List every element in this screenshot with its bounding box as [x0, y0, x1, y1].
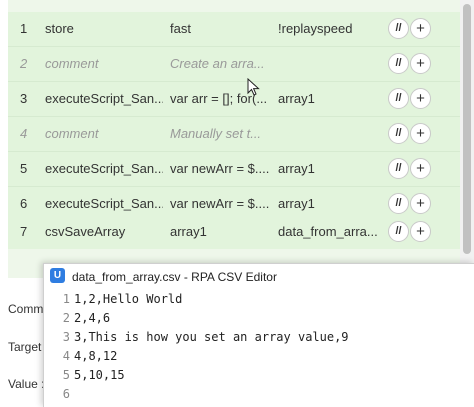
csv-line: 6: [44, 386, 474, 405]
row-number: 4: [20, 126, 28, 141]
table-row[interactable]: 1 store fast !replayspeed // +: [8, 12, 460, 46]
line-number: 2: [62, 311, 70, 325]
row-target: var newArr = $....: [170, 196, 270, 211]
command-table: 1 store fast !replayspeed // + 2 comment…: [8, 0, 468, 278]
row-value: array1: [278, 91, 315, 106]
row-command: store: [45, 21, 74, 36]
csv-line: 3 3,This is how you set an array value,9: [44, 329, 474, 348]
window-title: data_from_array.csv - RPA CSV Editor: [72, 270, 277, 284]
table-row[interactable]: 4 comment Manually set t... // +: [8, 117, 460, 151]
row-command: executeScript_San...: [45, 196, 163, 211]
add-row-button[interactable]: +: [410, 53, 431, 74]
mouse-pointer-icon: [247, 78, 260, 96]
scrollbar-thumb[interactable]: [463, 4, 471, 254]
csv-line: 4 4,8,12: [44, 348, 474, 367]
row-value: !replayspeed: [278, 21, 353, 36]
row-number: 7: [20, 224, 28, 239]
csv-line: 2 2,4,6: [44, 310, 474, 329]
add-row-button[interactable]: +: [410, 88, 431, 109]
line-text: 1,2,Hello World: [74, 292, 183, 306]
value-label: Value :: [8, 377, 45, 391]
csv-text-area[interactable]: 1 1,2,Hello World 2 2,4,6 3 3,This is ho…: [44, 291, 474, 407]
command-label: Comm: [8, 302, 44, 316]
table-row[interactable]: 3 executeScript_San... var arr = []; for…: [8, 82, 460, 116]
row-value: data_from_arra...: [278, 224, 378, 239]
row-target: array1: [170, 224, 207, 239]
line-text: 4,8,12: [74, 349, 118, 363]
comment-toggle-button[interactable]: //: [388, 88, 409, 109]
comment-toggle-button[interactable]: //: [388, 18, 409, 39]
comment-toggle-button[interactable]: //: [388, 193, 409, 214]
row-number: 2: [20, 56, 28, 71]
target-label: Target: [8, 340, 42, 354]
row-command: executeScript_San...: [45, 161, 163, 176]
add-row-button[interactable]: +: [410, 221, 431, 242]
row-command: comment: [45, 56, 99, 71]
row-command: comment: [45, 126, 99, 141]
line-text: 5,10,15: [74, 368, 125, 382]
table-row[interactable]: 7 csvSaveArray array1 data_from_arra... …: [8, 215, 460, 249]
row-number: 5: [20, 161, 28, 176]
comment-toggle-button[interactable]: //: [388, 158, 409, 179]
line-text: 3,This is how you set an array value,9: [74, 330, 349, 344]
line-number: 3: [62, 330, 70, 344]
line-number: 1: [62, 292, 70, 306]
csv-editor-window: U data_from_array.csv - RPA CSV Editor 1…: [43, 263, 474, 407]
add-row-button[interactable]: +: [410, 18, 431, 39]
table-row[interactable]: 2 comment Create an arra... // +: [8, 47, 460, 81]
comment-toggle-button[interactable]: //: [388, 123, 409, 144]
add-row-button[interactable]: +: [410, 193, 431, 214]
row-target: var newArr = $....: [170, 161, 270, 176]
row-target: fast: [170, 21, 191, 36]
row-value: array1: [278, 161, 315, 176]
csv-editor-titlebar[interactable]: U data_from_array.csv - RPA CSV Editor: [44, 264, 474, 289]
row-command: executeScript_San...: [45, 91, 163, 106]
table-row[interactable]: 5 executeScript_San... var newArr = $...…: [8, 152, 460, 186]
line-number: 5: [62, 368, 70, 382]
comment-toggle-button[interactable]: //: [388, 221, 409, 242]
row-command: csvSaveArray: [45, 224, 126, 239]
line-number: 6: [62, 387, 70, 401]
row-number: 6: [20, 196, 28, 211]
add-row-button[interactable]: +: [410, 158, 431, 179]
comment-toggle-button[interactable]: //: [388, 53, 409, 74]
row-number: 1: [20, 21, 28, 36]
csv-line: 5 5,10,15: [44, 367, 474, 386]
table-scrollbar[interactable]: [460, 0, 474, 278]
line-number: 4: [62, 349, 70, 363]
row-value: array1: [278, 196, 315, 211]
rpa-csv-editor-icon: U: [50, 268, 65, 283]
row-target: Create an arra...: [170, 56, 265, 71]
csv-line: 1 1,2,Hello World: [44, 291, 474, 310]
line-text: 2,4,6: [74, 311, 111, 325]
row-number: 3: [20, 91, 28, 106]
add-row-button[interactable]: +: [410, 123, 431, 144]
row-target: Manually set t...: [170, 126, 262, 141]
